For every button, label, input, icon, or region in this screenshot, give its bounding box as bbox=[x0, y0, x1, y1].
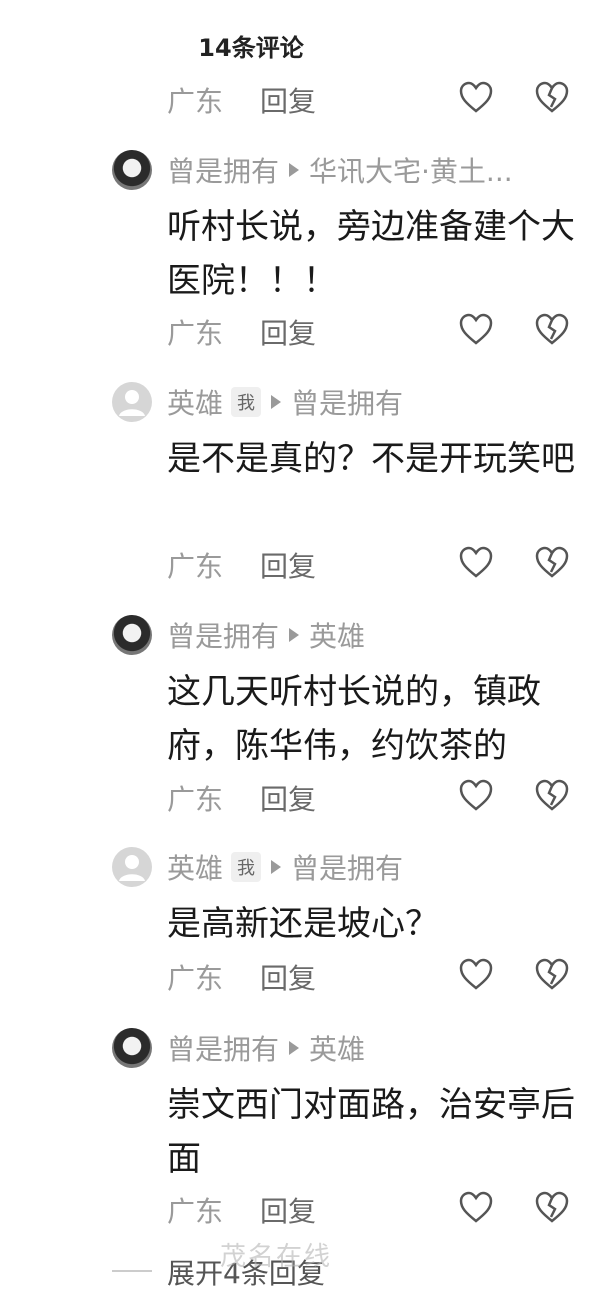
expand-divider bbox=[112, 1270, 152, 1272]
username[interactable]: 曾是拥有 bbox=[167, 1028, 279, 1068]
comment-text: 是不是真的？不是开玩笑吧 bbox=[167, 439, 575, 479]
broken-heart-icon[interactable] bbox=[534, 80, 570, 114]
reply-button[interactable]: 回复 bbox=[260, 545, 316, 585]
heart-icon[interactable] bbox=[458, 312, 494, 346]
reply-arrow-icon bbox=[271, 860, 282, 874]
reply-to-username[interactable]: 华讯大宅·黄土... bbox=[309, 150, 513, 190]
comment-actions: 广东 回复 bbox=[0, 78, 602, 118]
user-avatar[interactable] bbox=[112, 615, 152, 655]
comment-meta: 曾是拥有 华讯大宅·黄土... bbox=[167, 150, 572, 190]
reply-button[interactable]: 回复 bbox=[260, 1190, 316, 1230]
comment-actions: 广东 回复 bbox=[0, 310, 602, 350]
comment-text: 听村长说，旁边准备建个大医院！！！ bbox=[167, 207, 575, 301]
heart-icon[interactable] bbox=[458, 545, 494, 579]
comment-meta: 曾是拥有 英雄 bbox=[167, 615, 572, 655]
comment-meta: 英雄 我 曾是拥有 bbox=[167, 847, 572, 887]
comment-actions: 广东 回复 bbox=[0, 1188, 602, 1228]
default-avatar-icon[interactable] bbox=[112, 847, 152, 887]
reply-to-username[interactable]: 英雄 bbox=[309, 615, 365, 655]
username[interactable]: 英雄 bbox=[167, 382, 223, 422]
heart-icon[interactable] bbox=[458, 80, 494, 114]
location-label: 广东 bbox=[167, 85, 224, 118]
user-avatar[interactable] bbox=[112, 150, 152, 190]
user-avatar[interactable] bbox=[112, 1028, 152, 1068]
reply-arrow-icon bbox=[289, 628, 300, 642]
me-badge: 我 bbox=[231, 387, 262, 417]
comment-meta: 英雄 我 曾是拥有 bbox=[167, 382, 572, 422]
username[interactable]: 曾是拥有 bbox=[167, 615, 279, 655]
comment-meta: 曾是拥有 英雄 bbox=[167, 1028, 572, 1068]
heart-icon[interactable] bbox=[458, 957, 494, 991]
comment-actions: 广东 回复 bbox=[0, 776, 602, 816]
heart-icon[interactable] bbox=[458, 778, 494, 812]
comment-text: 是高新还是坡心？ bbox=[167, 904, 439, 944]
default-avatar-icon[interactable] bbox=[112, 382, 152, 422]
reply-arrow-icon bbox=[289, 163, 300, 177]
reply-button[interactable]: 回复 bbox=[260, 80, 316, 120]
comments-title: 14条评论 bbox=[198, 34, 304, 62]
comment-actions: 广东 回复 bbox=[0, 955, 602, 995]
reply-arrow-icon bbox=[271, 395, 282, 409]
comment-text: 这几天听村长说的，镇政府，陈华伟，约饮茶的 bbox=[167, 672, 541, 766]
username[interactable]: 英雄 bbox=[167, 847, 223, 887]
broken-heart-icon[interactable] bbox=[534, 1190, 570, 1224]
reply-to-username[interactable]: 曾是拥有 bbox=[291, 847, 403, 887]
reply-button[interactable]: 回复 bbox=[260, 778, 316, 818]
username[interactable]: 曾是拥有 bbox=[167, 150, 279, 190]
reply-to-username[interactable]: 曾是拥有 bbox=[291, 382, 403, 422]
location-label: 广东 bbox=[167, 1195, 224, 1228]
location-label: 广东 bbox=[167, 317, 224, 350]
location-label: 广东 bbox=[167, 783, 224, 816]
reply-button[interactable]: 回复 bbox=[260, 312, 316, 352]
broken-heart-icon[interactable] bbox=[534, 778, 570, 812]
broken-heart-icon[interactable] bbox=[534, 545, 570, 579]
watermark: 茂名在线 bbox=[220, 1242, 333, 1272]
location-label: 广东 bbox=[167, 550, 224, 583]
heart-icon[interactable] bbox=[458, 1190, 494, 1224]
broken-heart-icon[interactable] bbox=[534, 312, 570, 346]
me-badge: 我 bbox=[231, 852, 262, 882]
broken-heart-icon[interactable] bbox=[534, 957, 570, 991]
location-label: 广东 bbox=[167, 962, 224, 995]
comment-actions: 广东 回复 bbox=[0, 543, 602, 583]
reply-to-username[interactable]: 英雄 bbox=[309, 1028, 365, 1068]
reply-button[interactable]: 回复 bbox=[260, 957, 316, 997]
comment-text: 崇文西门对面路，治安亭后面 bbox=[167, 1085, 575, 1179]
reply-arrow-icon bbox=[289, 1041, 300, 1055]
